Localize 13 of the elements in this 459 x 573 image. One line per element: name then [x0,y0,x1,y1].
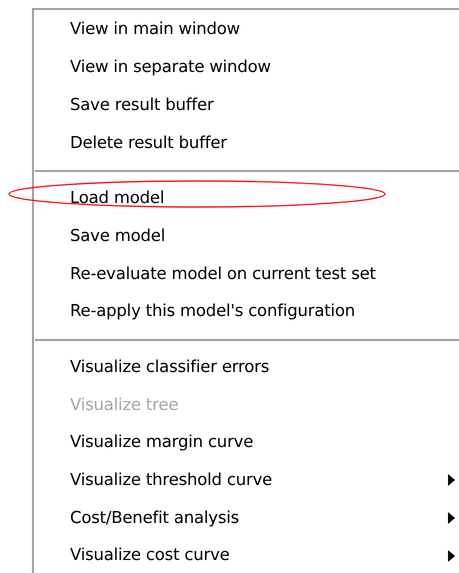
menu-item[interactable]: View in separate window [70,55,271,80]
menu-item[interactable]: Visualize margin curve [70,430,254,456]
menu-item[interactable]: Cost/Benefit analysis [70,506,240,530]
menu-item[interactable]: Re-evaluate model on current test set [70,262,376,286]
menu-item[interactable]: Save result buffer [70,92,214,118]
menu-item[interactable]: Delete result buffer [70,130,227,156]
menu-item[interactable]: Save model [70,224,166,249]
menu-item[interactable]: Visualize classifier errors [70,354,270,380]
menu-item[interactable]: View in main window [70,17,240,42]
menu-item[interactable]: Visualize cost curve [70,543,230,568]
menu-item[interactable]: Visualize threshold curve [70,468,272,493]
menu-item[interactable]: Re-apply this model's configuration [70,299,356,324]
menu-item[interactable]: Load model [70,186,164,211]
